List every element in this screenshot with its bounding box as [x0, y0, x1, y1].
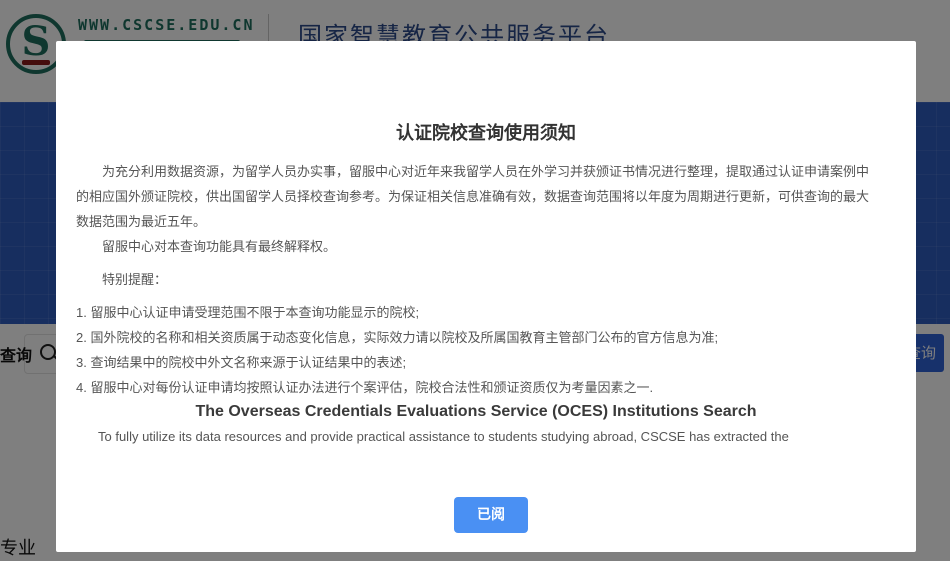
notice-paragraph: 留服中心对本查询功能具有最终解释权。 [102, 239, 337, 254]
notice-body: 为充分利用数据资源，为留学人员办实事，留服中心对近年来我留学人员在外学习并获颁证… [76, 159, 876, 449]
reminder-list: 1. 留服中心认证申请受理范围不限于本查询功能显示的院校; 2. 国外院校的名称… [76, 300, 876, 400]
reminder-item: 3. 查询结果中的院校中外文名称来源于认证结果中的表述; [76, 355, 407, 370]
notice-modal: 认证院校查询使用须知 为充分利用数据资源，为留学人员办实事，留服中心对近年来我留… [56, 41, 916, 552]
modal-title: 认证院校查询使用须知 [396, 123, 576, 143]
notice-paragraph: 为充分利用数据资源，为留学人员办实事，留服中心对近年来我留学人员在外学习并获颁证… [76, 164, 870, 229]
notice-scroll-area[interactable]: 认证院校查询使用须知 为充分利用数据资源，为留学人员办实事，留服中心对近年来我留… [56, 41, 916, 457]
reminder-item: 1. 留服中心认证申请受理范围不限于本查询功能显示的院校; [76, 305, 420, 320]
english-title: The Overseas Credentials Evaluations Ser… [195, 403, 757, 420]
reminder-heading: 特别提醒： [102, 272, 168, 287]
confirm-read-button[interactable]: 已阅 [454, 497, 528, 533]
reminder-item: 4. 留服中心对每份认证申请均按照认证办法进行个案评估，院校合法性和颁证资质仅为… [76, 380, 654, 395]
english-paragraph: To fully utilize its data resources and … [98, 429, 789, 444]
reminder-item: 2. 国外院校的名称和相关资质属于动态变化信息，实际效力请以院校及所属国教育主管… [76, 330, 719, 345]
